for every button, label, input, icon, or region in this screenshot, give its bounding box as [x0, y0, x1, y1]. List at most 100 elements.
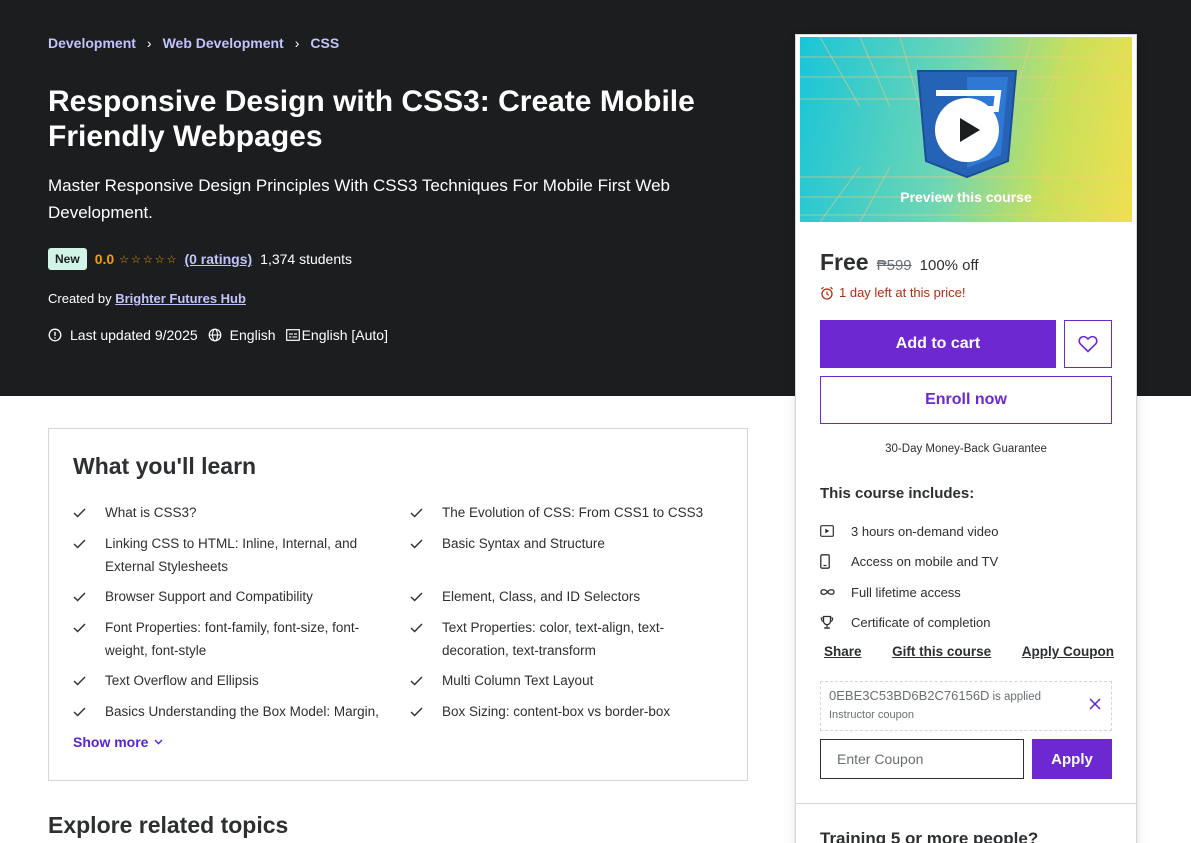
- trophy-icon: [820, 616, 834, 629]
- check-icon: [410, 700, 442, 724]
- include-text: Access on mobile and TV: [851, 554, 999, 570]
- learn-item-text: The Evolution of CSS: From CSS1 to CSS3: [442, 505, 704, 520]
- learn-item: Basics Understanding the Box Model: Marg…: [73, 700, 410, 724]
- check-icon: [410, 532, 442, 556]
- learn-item: Text Properties: color, text-align, text…: [410, 616, 725, 662]
- learn-item-text: Multi Column Text Layout: [442, 673, 594, 688]
- include-text: Full lifetime access: [851, 584, 961, 600]
- coupon-code: 0EBE3C53BD6B2C76156D: [829, 688, 990, 703]
- show-more-label: Show more: [73, 734, 149, 750]
- check-icon: [73, 616, 105, 640]
- coupon-input[interactable]: [820, 739, 1024, 779]
- include-item: Certificate of completion: [820, 608, 998, 639]
- learn-item-text: Linking CSS to HTML: Inline, Internal, a…: [105, 536, 358, 574]
- course-subtitle: Master Responsive Design Principles With…: [48, 176, 671, 222]
- close-icon[interactable]: [1089, 698, 1101, 710]
- gift-course-link[interactable]: Gift this course: [892, 644, 991, 659]
- rating-row: New 0.0 ☆☆☆☆☆ (0 ratings) 1,374 students: [48, 248, 352, 270]
- preview-label: Preview this course: [900, 189, 1032, 205]
- alarm-clock-icon: [821, 286, 833, 300]
- chevron-down-icon: [154, 739, 163, 745]
- includes-title: This course includes:: [820, 485, 975, 502]
- learn-item: The Evolution of CSS: From CSS1 to CSS3: [410, 501, 725, 525]
- created-by: Created by Brighter Futures Hub: [48, 291, 246, 306]
- language: English: [208, 327, 276, 343]
- rating-value: 0.0: [94, 251, 115, 267]
- learn-item: Linking CSS to HTML: Inline, Internal, a…: [73, 532, 410, 578]
- current-price: Free: [820, 249, 869, 275]
- captions-icon: [285, 329, 300, 341]
- breadcrumb-development[interactable]: Development: [48, 35, 136, 51]
- heart-icon: [1078, 335, 1098, 353]
- learn-item-text: Element, Class, and ID Selectors: [442, 589, 641, 604]
- include-item: 3 hours on-demand video: [820, 516, 998, 547]
- include-item: Access on mobile and TV: [820, 547, 998, 578]
- course-meta: Last updated 9/2025 English English [Aut…: [48, 327, 398, 343]
- learn-item-text: Box Sizing: content-box vs border-box: [442, 704, 671, 719]
- training-heading: Training 5 or more people?: [820, 829, 1039, 843]
- deadline-text: 1 day left at this price!: [839, 285, 966, 300]
- created-by-label: Created by: [48, 291, 112, 306]
- apply-coupon-button[interactable]: Apply: [1032, 739, 1112, 779]
- learn-item: Multi Column Text Layout: [410, 669, 725, 693]
- ratings-link[interactable]: (0 ratings): [184, 251, 252, 267]
- apply-coupon-link[interactable]: Apply Coupon: [1022, 644, 1114, 659]
- new-badge: New: [48, 248, 87, 270]
- divider: [796, 803, 1136, 804]
- students-count: 1,374 students: [260, 251, 353, 267]
- captions-text: English [Auto]: [301, 327, 388, 343]
- what-you-will-learn: What you'll learn What is CSS3? The Evolu…: [48, 428, 748, 781]
- breadcrumb-css[interactable]: CSS: [310, 35, 339, 51]
- enroll-now-button[interactable]: Enroll now: [820, 376, 1112, 424]
- infinity-icon: [820, 589, 835, 596]
- last-updated: Last updated 9/2025: [48, 327, 198, 343]
- learn-item-text: Basics Understanding the Box Model: Marg…: [105, 704, 379, 719]
- chevron-right-icon: ›: [146, 35, 152, 51]
- discount-percent: 100% off: [919, 257, 979, 274]
- last-updated-text: Last updated 9/2025: [70, 327, 198, 343]
- learn-item-text: Basic Syntax and Structure: [442, 536, 605, 551]
- course-preview[interactable]: Preview this course: [800, 37, 1132, 222]
- video-icon: [820, 525, 834, 538]
- learn-item: What is CSS3?: [73, 501, 410, 525]
- sidebar-actions: Share Gift this course Apply Coupon: [824, 644, 1114, 659]
- learn-item-text: Text Overflow and Ellipsis: [105, 673, 259, 688]
- check-icon: [73, 501, 105, 525]
- course-title: Responsive Design with CSS3: Create Mobi…: [48, 85, 695, 153]
- check-icon: [410, 585, 442, 609]
- original-price: ₱599: [876, 257, 912, 274]
- learn-item: Browser Support and Compatibility: [73, 585, 410, 609]
- coupon-applied-status: is applied: [992, 691, 1042, 703]
- explore-related-topics-heading: Explore related topics: [48, 812, 289, 838]
- learn-item: Box Sizing: content-box vs border-box: [410, 700, 725, 724]
- learn-item-text: Text Properties: color, text-align, text…: [442, 620, 665, 658]
- share-link[interactable]: Share: [824, 644, 862, 659]
- breadcrumb-web-development[interactable]: Web Development: [163, 35, 284, 51]
- learn-title: What you'll learn: [73, 453, 257, 479]
- instructor-link[interactable]: Brighter Futures Hub: [115, 291, 246, 306]
- globe-icon: [208, 328, 222, 342]
- show-more-button[interactable]: Show more: [73, 734, 163, 750]
- chevron-right-icon: ›: [294, 35, 300, 51]
- check-icon: [73, 585, 105, 609]
- add-to-cart-button[interactable]: Add to cart: [820, 320, 1056, 368]
- coupon-code-line: 0EBE3C53BD6B2C76156D is applied: [829, 688, 1103, 703]
- price-deadline: 1 day left at this price!: [820, 285, 965, 300]
- learn-list: What is CSS3? The Evolution of CSS: From …: [73, 501, 725, 724]
- include-text: 3 hours on-demand video: [851, 523, 999, 539]
- learn-item-text: Browser Support and Compatibility: [105, 589, 313, 604]
- check-icon: [410, 616, 442, 640]
- learn-item: Element, Class, and ID Selectors: [410, 585, 725, 609]
- money-back-guarantee: 30-Day Money-Back Guarantee: [885, 443, 1047, 455]
- learn-item: Text Overflow and Ellipsis: [73, 669, 410, 693]
- language-text: English: [229, 327, 276, 343]
- mobile-icon: [820, 554, 830, 570]
- include-item: Full lifetime access: [820, 577, 998, 608]
- learn-item: Basic Syntax and Structure: [410, 532, 725, 578]
- breadcrumb: Development › Web Development › CSS: [48, 35, 339, 51]
- learn-item-text: Font Properties: font-family, font-size,…: [105, 620, 360, 658]
- wishlist-button[interactable]: [1064, 320, 1112, 368]
- play-icon[interactable]: [934, 97, 1000, 163]
- check-icon: [410, 501, 442, 525]
- check-icon: [73, 669, 105, 693]
